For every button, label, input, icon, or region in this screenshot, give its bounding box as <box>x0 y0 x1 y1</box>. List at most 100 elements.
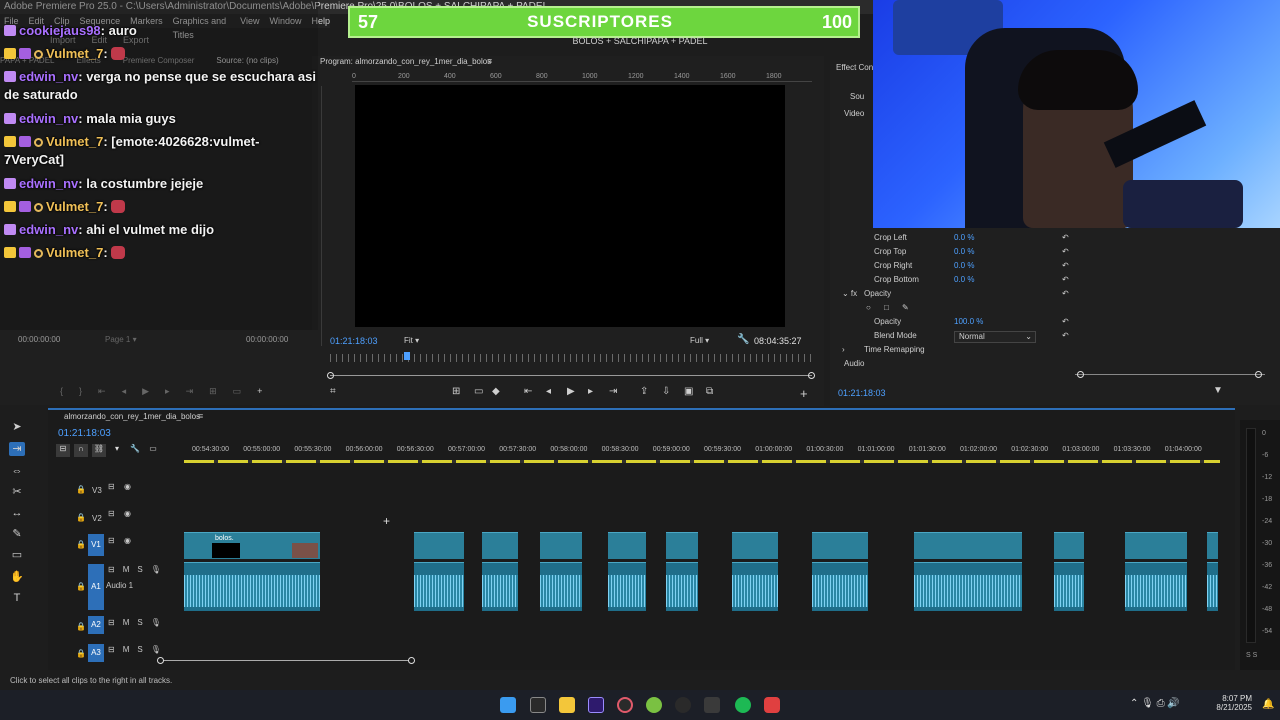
video-clip[interactable] <box>608 532 646 559</box>
eye-icon[interactable]: ◉ <box>124 536 131 545</box>
insert-icon-src[interactable]: ⊞ <box>209 386 217 397</box>
effects-scroll-left[interactable] <box>1077 371 1084 378</box>
ellipse-mask-icon[interactable]: ○ <box>866 303 871 312</box>
program-timeruler[interactable] <box>330 354 815 362</box>
crop-left-row[interactable]: Crop Left 0.0 % ↶ <box>838 233 1078 247</box>
video-clip[interactable] <box>914 532 1022 559</box>
reset-icon[interactable]: ↶ <box>1062 247 1069 256</box>
audio-clip[interactable] <box>812 562 868 611</box>
scroll-handle-left[interactable] <box>327 372 334 379</box>
reset-icon[interactable]: ↶ <box>1062 317 1069 326</box>
chat-username[interactable]: Vulmet_7 <box>46 134 103 149</box>
pen-mask-icon[interactable]: ✎ <box>902 303 909 312</box>
chat-username[interactable]: Vulmet_7 <box>46 46 103 61</box>
audio-clip[interactable] <box>184 562 320 611</box>
blend-mode-select[interactable]: Normal ⌄ <box>954 331 1036 343</box>
extract-icon[interactable]: ⇩ <box>662 386 670 397</box>
toggle-sync-icon[interactable]: ⊟ <box>108 618 115 627</box>
video-clip[interactable] <box>732 532 778 559</box>
task-view-icon[interactable] <box>530 697 546 713</box>
audio-clip[interactable] <box>666 562 698 611</box>
clock[interactable]: 8:07 PM 8/21/2025 <box>1210 694 1252 712</box>
compare-icon[interactable]: ⧉ <box>706 386 713 397</box>
video-clip[interactable] <box>414 532 464 559</box>
obs-icon[interactable] <box>617 697 633 713</box>
solo-button[interactable]: S <box>137 565 142 574</box>
crop-right-value[interactable]: 0.0 % <box>954 261 974 270</box>
effect-controls-title[interactable]: Effect Contr <box>836 63 878 72</box>
snap-icon[interactable]: ∩ <box>74 444 88 457</box>
source-timecode-in[interactable]: 00:00:00:00 <box>18 335 60 344</box>
go-to-out-icon-src[interactable]: ⇥ <box>186 386 194 397</box>
ripple-edit-tool-icon[interactable]: ⇔ <box>9 464 25 478</box>
razor-tool-icon[interactable]: ✂ <box>9 485 25 499</box>
zoom-handle-right[interactable] <box>408 657 415 664</box>
lock-icon[interactable]: 🔒 <box>76 582 86 591</box>
toggle-sync-icon[interactable]: ⊟ <box>108 565 115 574</box>
crop-bottom-value[interactable]: 0.0 % <box>954 275 974 284</box>
eye-icon[interactable]: ◉ <box>124 509 131 518</box>
video-clip[interactable] <box>1207 532 1218 559</box>
audio-clip[interactable] <box>414 562 464 611</box>
crop-top-row[interactable]: Crop Top 0.0 % ↶ <box>838 247 1078 261</box>
audio-clip[interactable] <box>732 562 778 611</box>
mark-in-icon[interactable]: { <box>60 386 63 397</box>
zoom-scroll[interactable] <box>330 375 812 376</box>
file-explorer-icon[interactable] <box>559 697 575 713</box>
reset-icon[interactable]: ↶ <box>1062 261 1069 270</box>
chat-username[interactable]: edwin_nv <box>19 222 78 237</box>
crop-left-value[interactable]: 0.0 % <box>954 233 974 242</box>
track-label-a3[interactable]: A3 <box>88 644 104 662</box>
fit-dropdown[interactable]: Fit ▾ <box>404 336 419 345</box>
quality-dropdown[interactable]: Full ▾ <box>690 336 709 345</box>
lift-icon[interactable]: ⇪ <box>640 386 648 397</box>
chat-username[interactable]: edwin_nv <box>19 111 78 126</box>
playhead-icon[interactable] <box>404 352 410 360</box>
chevron-down-icon[interactable]: ⌄ fx <box>842 289 857 298</box>
microphone-icon[interactable]: 🎙 <box>151 618 161 627</box>
crop-bottom-row[interactable]: Crop Bottom 0.0 % ↶ <box>838 275 1078 289</box>
mute-button[interactable]: M <box>123 565 130 574</box>
lock-icon[interactable]: 🔒 <box>76 649 86 658</box>
zoom-handle-left[interactable] <box>157 657 164 664</box>
type-tool-icon[interactable]: T <box>9 591 25 605</box>
toggle-sync-icon[interactable]: ⊟ <box>108 482 115 491</box>
settings-wrench-icon[interactable]: 🔧 <box>128 444 142 457</box>
microphone-icon[interactable]: 🎙 <box>151 645 161 654</box>
app-icon[interactable] <box>646 697 662 713</box>
chat-username[interactable]: cookiejaus98 <box>19 23 101 38</box>
eye-icon[interactable]: ◉ <box>124 482 131 491</box>
video-clip[interactable] <box>1054 532 1084 559</box>
menu-icon[interactable]: ≡ <box>487 56 492 66</box>
rectangle-mask-icon[interactable]: □ <box>884 303 889 312</box>
effects-scroll[interactable] <box>1075 374 1265 375</box>
overwrite-icon-src[interactable]: ▭ <box>233 386 242 397</box>
audio-clip[interactable] <box>1054 562 1084 611</box>
spotify-icon[interactable] <box>735 697 751 713</box>
blend-mode-row[interactable]: Blend Mode Normal ⌄ ↶ <box>838 331 1078 345</box>
terminal-icon[interactable] <box>704 697 720 713</box>
opacity-group-row[interactable]: ⌄ fx Opacity ↶ <box>838 289 1078 303</box>
effects-scroll-right[interactable] <box>1255 371 1262 378</box>
reset-icon[interactable]: ↶ <box>1062 331 1069 340</box>
reset-icon[interactable]: ↶ <box>1062 233 1069 242</box>
track-label-a1[interactable]: A1 <box>88 564 104 610</box>
captions-icon[interactable]: ▭ <box>146 444 160 457</box>
chevron-right-icon[interactable]: › <box>842 345 845 354</box>
solo-button[interactable]: S <box>137 645 142 654</box>
microphone-icon[interactable]: 🎙 <box>151 565 161 574</box>
video-clip[interactable] <box>812 532 868 559</box>
mute-button[interactable]: M <box>123 618 130 627</box>
toggle-sync-icon[interactable]: ⊟ <box>108 509 115 518</box>
nest-icon[interactable]: ⊟ <box>56 444 70 457</box>
audio-clip[interactable] <box>914 562 1022 611</box>
audio-track-name[interactable]: Audio 1 <box>106 581 133 590</box>
audio-clip[interactable] <box>1125 562 1187 611</box>
audio-clip[interactable] <box>1207 562 1218 611</box>
selection-tool-icon[interactable]: ➤ <box>9 420 25 434</box>
windows-start-icon[interactable] <box>500 697 516 713</box>
track-label-v1[interactable]: V1 <box>88 534 104 556</box>
audio-clip[interactable] <box>482 562 518 611</box>
go-to-out-icon[interactable]: ⇥ <box>609 386 617 397</box>
time-remap-row[interactable]: › Time Remapping <box>838 345 1078 359</box>
